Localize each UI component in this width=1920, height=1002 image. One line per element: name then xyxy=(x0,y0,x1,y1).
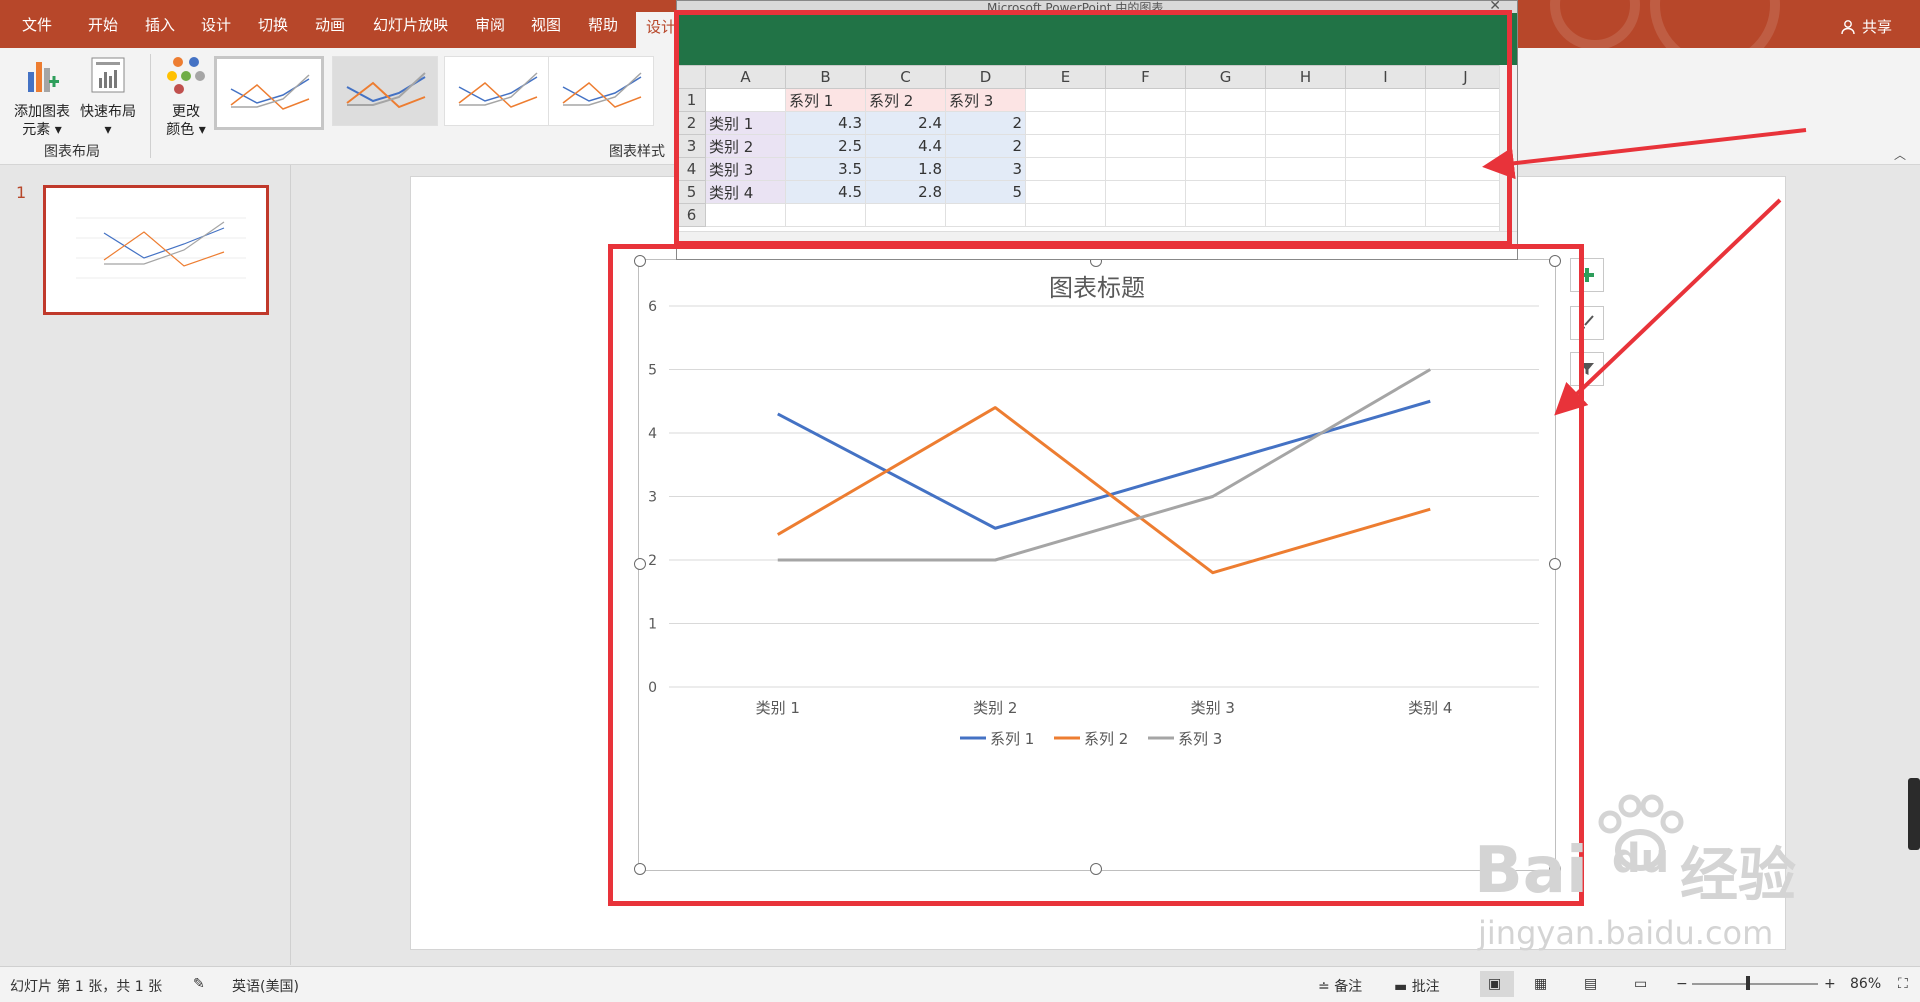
status-bar: 幻灯片 第 1 张，共 1 张 ✎ 英语(美国) ≐ 备注 ▬ 批注 ▣ ▦ ▤… xyxy=(0,966,1920,1002)
zoom-slider[interactable] xyxy=(1692,983,1818,985)
slide-count-status: 幻灯片 第 1 张，共 1 张 xyxy=(10,979,163,995)
side-widget[interactable] xyxy=(1908,778,1920,850)
watermark-url: jingyan.baidu.com xyxy=(1478,914,1774,952)
annotation-arrow xyxy=(1554,198,1782,416)
zoom-slider-thumb[interactable] xyxy=(1746,976,1750,990)
spell-check-icon[interactable]: ✎ xyxy=(193,976,205,992)
zoom-level[interactable]: 86% xyxy=(1850,976,1881,992)
zoom-in-button[interactable]: + xyxy=(1824,976,1836,992)
language-status[interactable]: 英语(美国) xyxy=(232,976,299,996)
notes-button[interactable]: ≐ 备注 xyxy=(1318,976,1362,996)
watermark-brand-left: Bai xyxy=(1474,834,1588,908)
normal-view-icon: ▣ xyxy=(1488,976,1502,992)
annotation-arrow xyxy=(1482,128,1807,180)
slide-sorter-icon[interactable]: ▦ xyxy=(1534,976,1547,992)
slideshow-view-icon[interactable]: ▭ xyxy=(1634,976,1647,992)
comments-button[interactable]: ▬ 批注 xyxy=(1394,976,1440,996)
watermark-brand-cn: 经验 xyxy=(1680,841,1797,909)
reading-view-icon[interactable]: ▤ xyxy=(1584,976,1597,992)
watermark-brand-right: du xyxy=(1612,836,1670,882)
fit-to-window-icon[interactable]: ⛶ xyxy=(1898,976,1908,992)
zoom-out-button[interactable]: − xyxy=(1676,976,1688,992)
